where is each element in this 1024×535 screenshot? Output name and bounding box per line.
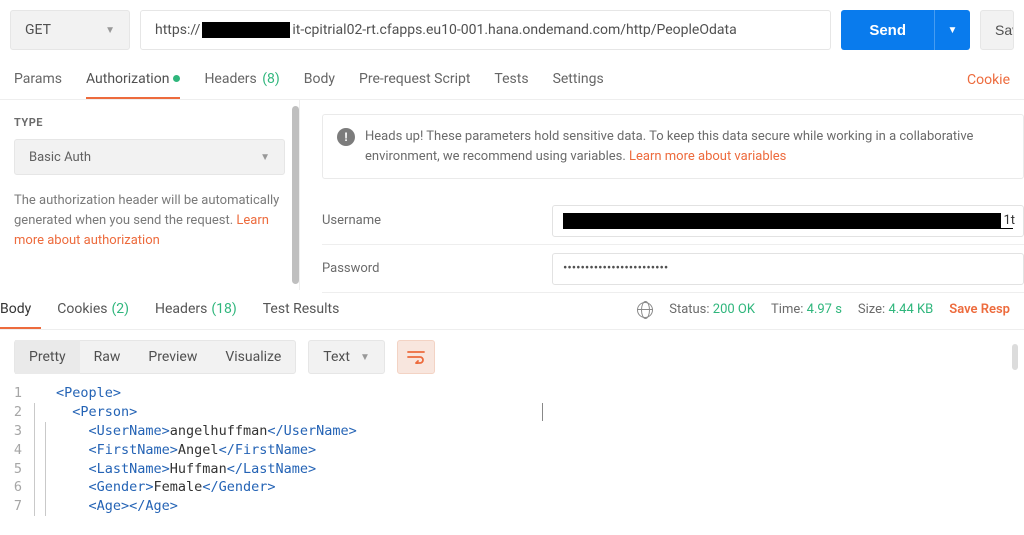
authorization-panel: TYPE Basic Auth ▼ The authorization head… (0, 100, 1024, 290)
resp-tab-cookies[interactable]: Cookies(2) (47, 291, 139, 329)
code-line: 2 <Person> (6, 403, 1024, 422)
right-scroll-indicator (1012, 344, 1018, 370)
tab-tests[interactable]: Tests (494, 61, 528, 99)
chevron-down-icon: ▼ (360, 352, 370, 363)
auth-type-label: TYPE (14, 116, 285, 129)
password-row: Password •••••••••••••••••••••••• (322, 245, 1024, 293)
resp-tab-tests[interactable]: Test Results (253, 291, 350, 329)
auth-type-value: Basic Auth (29, 150, 91, 165)
username-label: Username (322, 213, 552, 228)
code-line: 5 <LastName>Huffman</LastName> (6, 460, 1024, 479)
sensitive-data-notice: ! Heads up! These parameters hold sensit… (322, 114, 1024, 179)
tab-authorization[interactable]: Authorization (86, 61, 180, 99)
scrollbar[interactable] (292, 106, 299, 284)
send-options-button[interactable]: ▼ (934, 10, 970, 50)
response-body[interactable]: 1<People>2 <Person>3 <UserName>angelhuff… (0, 384, 1024, 516)
code-line: 4 <FirstName>Angel</FirstName> (6, 441, 1024, 460)
globe-icon[interactable] (637, 302, 653, 318)
size-value: 4.44 KB (888, 302, 933, 317)
tab-headers[interactable]: Headers (8) (204, 61, 279, 99)
view-pretty[interactable]: Pretty (15, 340, 80, 374)
url-input[interactable]: https:// it-cpitrial02-rt.cfapps.eu10-00… (140, 10, 831, 50)
code-line: 6 <Gender>Female</Gender> (6, 478, 1024, 497)
code-line: 1<People> (6, 384, 1024, 403)
auth-right-pane: ! Heads up! These parameters hold sensit… (300, 100, 1024, 290)
send-button-group: Send ▼ (841, 10, 970, 50)
view-visualize[interactable]: Visualize (211, 340, 295, 374)
username-input[interactable]: 1t (552, 205, 1024, 237)
time-value: 4.97 s (807, 302, 842, 317)
wrap-icon (407, 350, 425, 364)
auth-description: The authorization header will be automat… (14, 191, 285, 251)
username-row: Username 1t (322, 197, 1024, 245)
password-label: Password (322, 261, 552, 276)
request-tabs: Params Authorization Headers (8) Body Pr… (0, 60, 1024, 100)
tab-settings[interactable]: Settings (553, 61, 604, 99)
active-dot-icon (173, 75, 180, 82)
auth-type-select[interactable]: Basic Auth ▼ (14, 139, 285, 175)
code-line: 3 <UserName>angelhuffman</UserName> (6, 422, 1024, 441)
tab-params[interactable]: Params (14, 61, 62, 99)
variables-learn-more-link[interactable]: Learn more about variables (629, 149, 786, 164)
chevron-down-icon: ▼ (105, 25, 115, 36)
tab-body[interactable]: Body (304, 61, 335, 99)
url-prefix: https:// (155, 22, 200, 38)
http-method-select[interactable]: GET ▼ (10, 10, 130, 50)
save-response-button[interactable]: Save Resp (949, 302, 1010, 317)
password-input[interactable]: •••••••••••••••••••••••• (552, 253, 1024, 285)
resp-tab-body[interactable]: Body (0, 291, 41, 329)
view-mode-group: Pretty Raw Preview Visualize (14, 340, 296, 374)
tab-prerequest[interactable]: Pre-request Script (359, 61, 470, 99)
format-select[interactable]: Text ▼ (308, 340, 385, 374)
response-tabs: Body Cookies(2) Headers(18) Test Results… (0, 290, 1024, 330)
resp-tab-headers[interactable]: Headers(18) (145, 291, 247, 329)
url-suffix: it-cpitrial02-rt.cfapps.eu10-001.hana.on… (292, 22, 736, 38)
response-meta: Status: 200 OK Time: 4.97 s Size: 4.44 K… (637, 302, 1010, 318)
wrap-lines-button[interactable] (397, 340, 435, 374)
url-redacted (202, 22, 290, 38)
code-line: 7 <Age></Age> (6, 497, 1024, 516)
chevron-down-icon: ▼ (260, 152, 270, 163)
view-preview[interactable]: Preview (134, 340, 211, 374)
cookies-link[interactable]: Cookie (967, 72, 1010, 88)
text-cursor (542, 403, 543, 421)
auth-left-pane: TYPE Basic Auth ▼ The authorization head… (0, 100, 300, 290)
response-body-tools: Pretty Raw Preview Visualize Text ▼ (0, 330, 1024, 384)
info-icon: ! (337, 128, 355, 146)
save-button[interactable]: Sav (980, 10, 1014, 50)
view-raw[interactable]: Raw (80, 340, 135, 374)
http-method-value: GET (25, 22, 51, 38)
status-value: 200 OK (713, 302, 755, 317)
send-button[interactable]: Send (841, 10, 934, 50)
